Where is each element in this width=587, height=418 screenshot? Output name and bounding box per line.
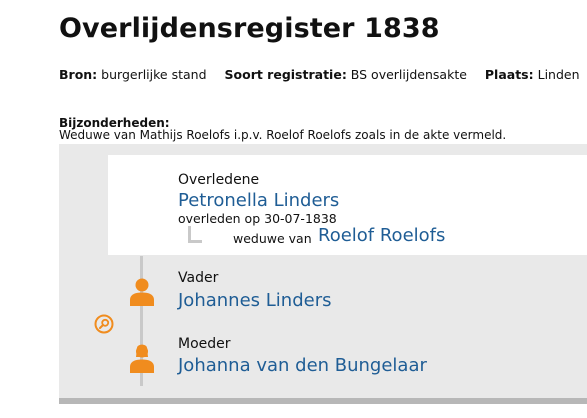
mother-name-link[interactable]: Johanna van den Bungelaar	[178, 355, 427, 376]
deceased-role-label: Overledene	[178, 172, 260, 188]
magnifier-icon[interactable]	[94, 314, 114, 334]
mother-role-label: Moeder	[178, 336, 231, 352]
panel-bottom-bar	[59, 398, 587, 404]
meta-bron: Bron: burgerlijke stand	[59, 67, 207, 82]
relation-connector	[188, 226, 202, 243]
meta-soort-label: Soort registratie:	[224, 67, 347, 82]
meta-plaats: Plaats: Linden	[485, 67, 580, 82]
mother-person-icon	[130, 344, 154, 373]
father-person-icon	[130, 278, 154, 306]
spouse-name-link[interactable]: Roelof Roelofs	[318, 225, 445, 246]
meta-bron-label: Bron:	[59, 67, 98, 82]
bijzonderheden-text: Weduwe van Mathijs Roelofs i.p.v. Roelof…	[59, 128, 507, 142]
record-meta: Bron: burgerlijke stand Soort registrati…	[59, 67, 587, 82]
deceased-name-link[interactable]: Petronella Linders	[178, 190, 339, 211]
father-name-link[interactable]: Johannes Linders	[178, 290, 331, 311]
meta-soort-value: BS overlijdensakte	[350, 67, 467, 82]
page-title: Overlijdensregister 1838	[59, 13, 440, 44]
meta-bron-value: burgerlijke stand	[101, 67, 207, 82]
meta-plaats-value: Linden	[537, 67, 580, 82]
deceased-death-info: overleden op 30-07-1838	[178, 211, 337, 226]
relation-label: weduwe van	[233, 231, 312, 246]
meta-soort: Soort registratie: BS overlijdensakte	[225, 67, 467, 82]
father-role-label: Vader	[178, 270, 219, 286]
meta-plaats-label: Plaats:	[484, 67, 534, 82]
